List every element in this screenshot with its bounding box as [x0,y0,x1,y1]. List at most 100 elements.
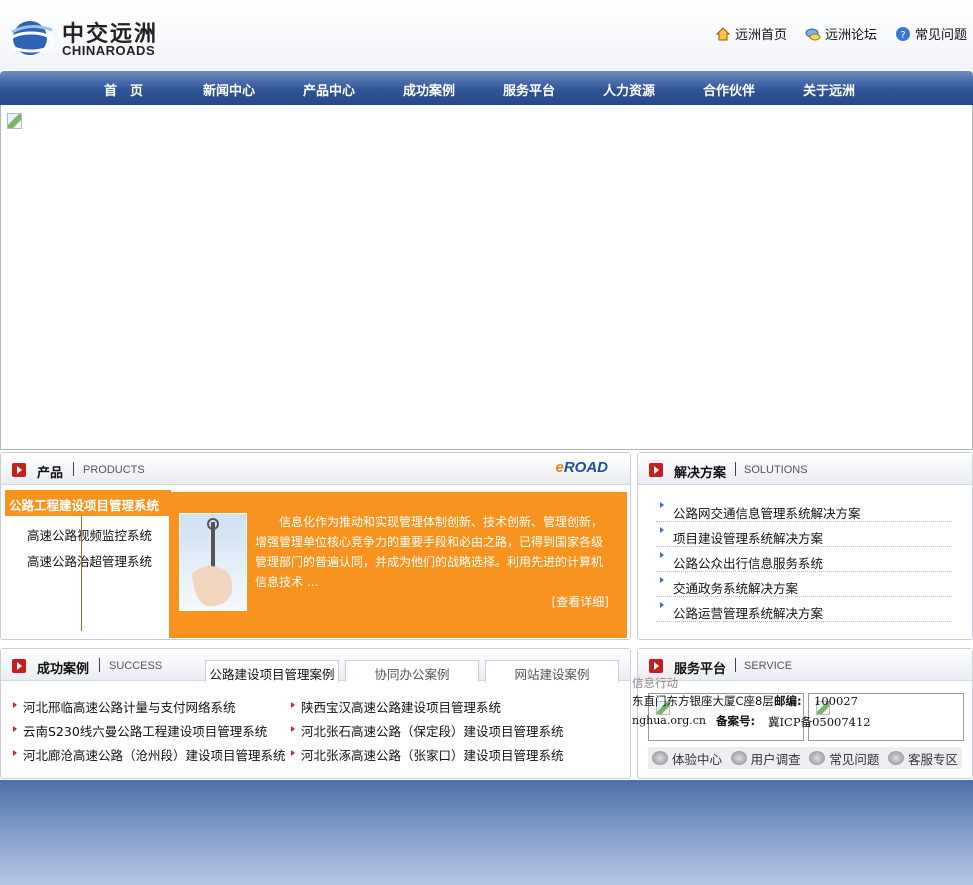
solution-item[interactable]: 公路网交通信息管理系统解决方案 [656,497,952,522]
experience-center-label: 体验中心 [672,751,723,767]
nav-item-service[interactable]: 服务平台 [503,80,555,99]
solution-item[interactable]: 项目建设管理系统解决方案 [656,522,952,547]
user-survey-link[interactable]: 用户调查 [730,749,801,768]
service-panel: 服务平台 SERVICE 信息行动 东直门东方银座大厦C座8层 邮编: 1000… [632,648,973,779]
help-link-label: 常见问题 [914,28,967,43]
solutions-subtitle: SOLUTIONS [744,464,808,476]
postcode-label: 邮编: [774,694,802,708]
forum-icon [805,28,821,40]
banner-area [0,105,973,450]
survey-icon [730,751,747,765]
solutions-header: 解决方案 SOLUTIONS [638,453,972,485]
service-links: 体验中心 用户调查 常见问题 客服专区 [648,747,962,769]
main-nav: 首 页 新闻中心 产品中心 成功案例 服务平台 人力资源 合作伙伴 关于远洲 [0,71,973,105]
divider [735,462,736,476]
view-details-link[interactable]: [查看详细] [552,593,609,610]
address-text: 东直门东方银座大厦C座8层 [632,694,774,708]
case-item[interactable]: 河北廊沧高速公路（沧州段）建设项目管理系统 [13,745,286,764]
product-item-active[interactable]: 公路工程建设项目管理系统 [5,490,171,516]
header: 中交远洲 CHINAROADS 远洲首页 远洲论坛 ? 常见问题 [0,0,973,70]
play-icon [12,659,26,673]
product-item[interactable]: 高速公路治超管理系统 [27,551,152,570]
cases-header: 成功案例 SUCCESS 公路建设项目管理案例 协同办公案例 网站建设案例 [1,649,630,682]
product-detail: 信息化作为推动和实现管理体制创新、技术创新、管理创新，增强管理单位核心竞争力的重… [169,492,627,638]
case-item[interactable]: 河北张石高速公路（保定段）建设项目管理系统 [291,721,564,740]
help-link[interactable]: ? 常见问题 [895,24,967,43]
service-header: 服务平台 SERVICE [638,649,972,681]
products-panel: 产品 PRODUCTS eROAD 公路工程建设项目管理系统 高速公路视频监控系… [0,452,631,640]
solution-item[interactable]: 公路公众出行信息服务系统 [656,547,952,572]
case-item[interactable]: 河北张涿高速公路（张家口）建设项目管理系统 [291,745,564,764]
customer-service-label: 客服专区 [907,751,958,767]
postcode-value: 100027 [814,694,858,708]
solution-item[interactable]: 公路运营管理系统解决方案 [656,597,952,622]
nav-item-cases[interactable]: 成功案例 [403,80,455,99]
eroad-logo[interactable]: eROAD [555,459,608,476]
nav-item-partners[interactable]: 合作伙伴 [703,80,755,99]
tab-website-construction[interactable]: 网站建设案例 [485,660,619,682]
cases-tabs: 公路建设项目管理案例 协同办公案例 网站建设案例 [205,660,619,682]
nav-item-home[interactable]: 首 页 [104,80,143,99]
service-title: 服务平台 [674,662,727,677]
logo-mark-icon [8,21,54,55]
site-text: nghua.org.cn [632,714,707,727]
tab-road-construction[interactable]: 公路建设项目管理案例 [205,660,339,682]
top-links: 远洲首页 远洲论坛 ? 常见问题 [715,24,967,43]
play-icon [12,463,26,477]
faq-icon [809,751,826,765]
footer-background [0,780,973,885]
home-link[interactable]: 远洲首页 [715,24,787,43]
icp-value: 冀ICP备05007412 [768,715,871,729]
play-icon [649,659,663,673]
experience-center-link[interactable]: 体验中心 [652,749,722,768]
product-item[interactable]: 高速公路视频监控系统 [27,525,152,544]
case-item[interactable]: 云南S230线六曼公路工程建设项目管理系统 [13,721,267,740]
forum-link[interactable]: 远洲论坛 [805,24,877,43]
experience-icon [652,751,668,765]
customer-service-link[interactable]: 客服专区 [887,749,958,768]
products-subtitle: PRODUCTS [83,464,145,476]
nav-item-hr[interactable]: 人力资源 [603,80,655,99]
eroad-logo-road: ROAD [563,459,608,476]
key-in-hand-icon [192,518,233,607]
home-icon [715,26,731,40]
logo-english-text: CHINAROADS [62,43,156,58]
cases-subtitle: SUCCESS [109,660,163,672]
cases-title: 成功案例 [37,662,90,677]
products-header: 产品 PRODUCTS eROAD [1,453,630,485]
solutions-list: 公路网交通信息管理系统解决方案 项目建设管理系统解决方案 公路公众出行信息服务系… [656,497,952,622]
svg-text:?: ? [900,30,905,41]
service-subtitle: SERVICE [744,660,793,672]
solutions-panel: 解决方案 SOLUTIONS 公路网交通信息管理系统解决方案 项目建设管理系统解… [637,452,973,640]
products-title: 产品 [37,466,64,481]
faq-link[interactable]: 常见问题 [809,749,879,768]
case-item[interactable]: 河北邢临高速公路计量与支付网络系统 [13,697,236,716]
help-icon: ? [895,26,910,41]
divider [735,658,736,672]
nav-item-about[interactable]: 关于远洲 [803,80,855,99]
product-description: 信息化作为推动和实现管理体制创新、技术创新、管理创新，增强管理单位核心竞争力的重… [255,515,604,589]
solutions-title: 解决方案 [674,466,727,481]
product-image[interactable] [179,513,247,611]
nav-item-news[interactable]: 新闻中心 [203,80,255,99]
eroad-logo-e: e [555,459,564,476]
faq-label: 常见问题 [829,751,880,767]
solution-item[interactable]: 交通政务系统解决方案 [656,572,952,597]
forum-link-label: 远洲论坛 [824,28,877,43]
products-body: 公路工程建设项目管理系统 高速公路视频监控系统 高速公路治超管理系统 信息化作为… [5,490,627,638]
divider [73,462,74,476]
logo[interactable]: 中交远洲 CHINAROADS [8,16,178,60]
icp-label: 备案号: [716,714,756,728]
home-link-label: 远洲首页 [734,28,787,43]
divider-line [81,516,82,631]
play-icon [649,463,663,477]
nav-item-products[interactable]: 产品中心 [303,80,355,99]
support-icon [887,751,904,765]
broken-image-icon [7,113,22,129]
divider [99,658,100,672]
overlay-text: 信息行动 [632,676,678,690]
user-survey-label: 用户调查 [750,751,801,767]
tab-office-collaboration[interactable]: 协同办公案例 [345,660,479,682]
case-item[interactable]: 陕西宝汉高速公路建设项目管理系统 [291,697,501,716]
cases-panel: 成功案例 SUCCESS 公路建设项目管理案例 协同办公案例 网站建设案例 河北… [0,648,631,779]
